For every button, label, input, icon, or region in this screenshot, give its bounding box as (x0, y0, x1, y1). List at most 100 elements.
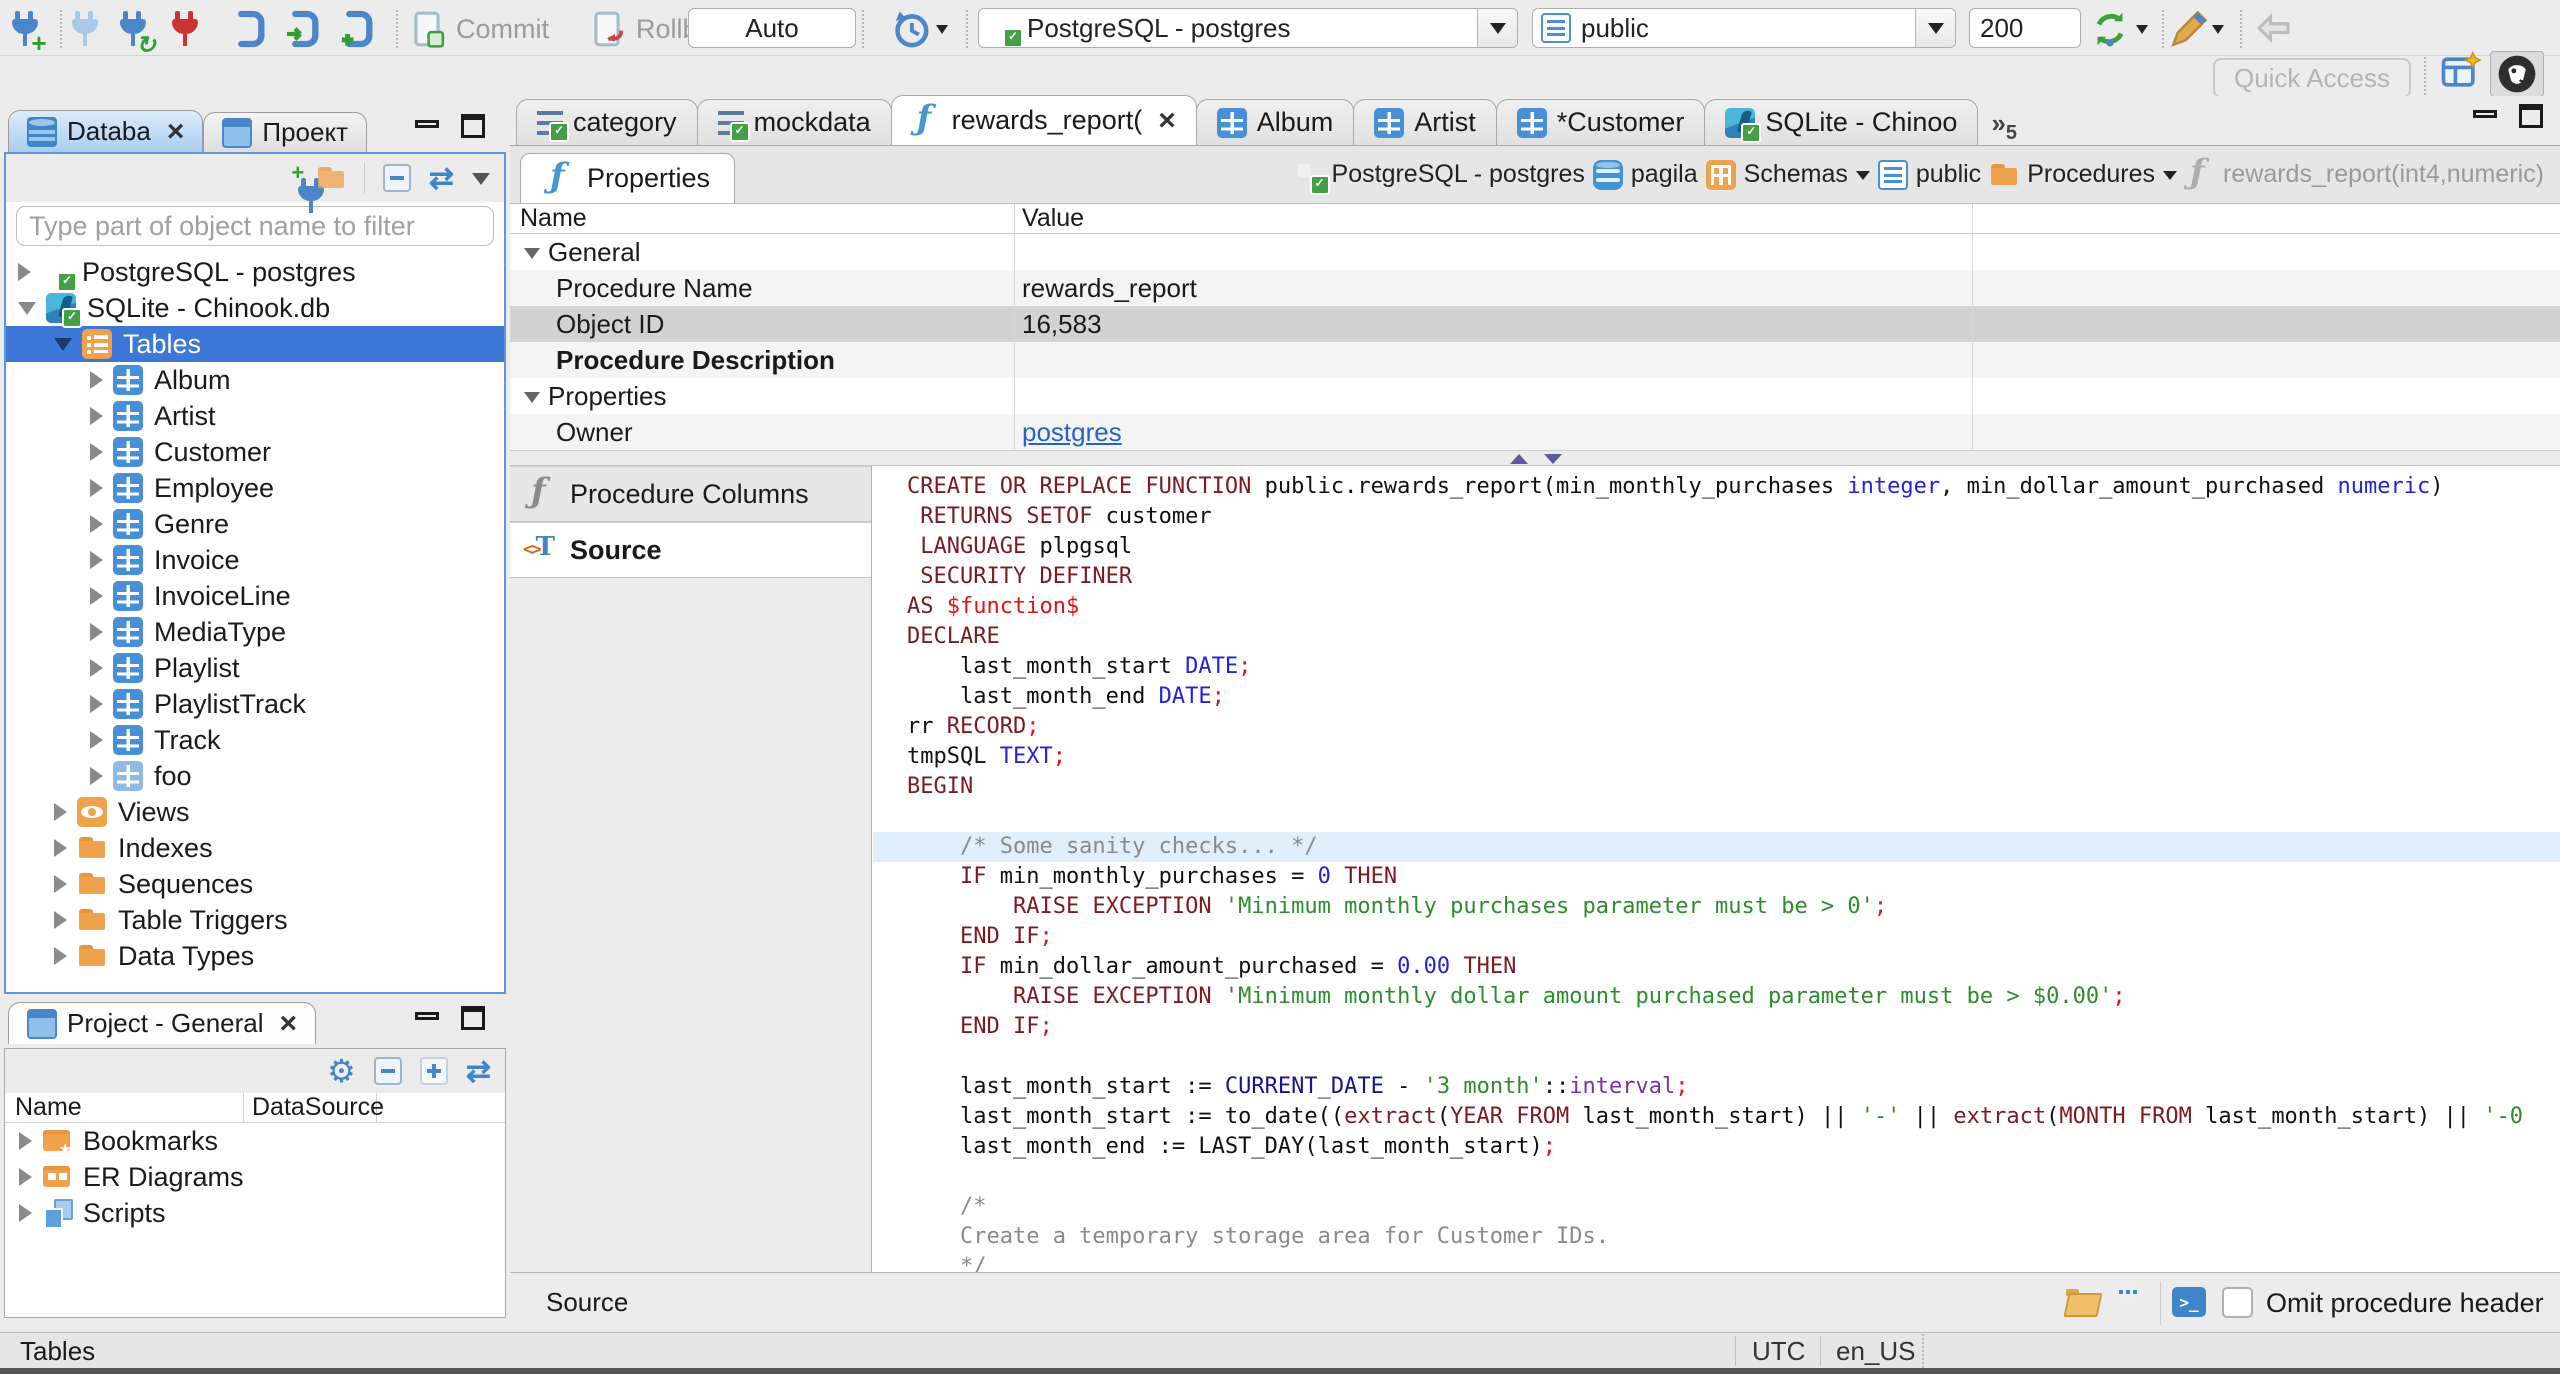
collapse-all-icon[interactable] (373, 1057, 402, 1085)
tab-project-general[interactable]: Project - General × (8, 1002, 317, 1044)
side-tab-procedure-columns[interactable]: Procedure Columns (510, 466, 871, 522)
tab-projects[interactable]: Проект (203, 112, 368, 152)
history-dropdown[interactable] (936, 8, 948, 50)
nav-tree-item-genre[interactable]: Genre (6, 506, 504, 542)
expander-icon[interactable] (90, 551, 103, 569)
property-row-owner[interactable]: Owner postgres (510, 414, 2560, 450)
maximize-view-button[interactable] (458, 1006, 488, 1032)
open-perspective-button[interactable] (2438, 51, 2482, 93)
nav-tree-item-invoiceline[interactable]: InvoiceLine (6, 578, 504, 614)
nav-tree-item-views[interactable]: Views (6, 794, 504, 830)
nav-tree-item-playlisttrack[interactable]: PlaylistTrack (6, 686, 504, 722)
owner-link[interactable]: postgres (1022, 417, 1122, 447)
column-value[interactable]: Value (1014, 204, 1084, 233)
commit-button[interactable] (408, 8, 446, 50)
expander-icon[interactable] (90, 407, 103, 425)
column-divider[interactable] (1972, 204, 1973, 450)
dbeaver-perspective-button[interactable] (2490, 51, 2544, 97)
reconnect-button[interactable]: ↻ (120, 8, 156, 58)
open-sql-editor-button[interactable] (282, 8, 322, 50)
collapse-all-icon[interactable] (382, 164, 411, 192)
expander-icon[interactable] (90, 371, 103, 389)
expander-icon[interactable] (54, 839, 67, 857)
expander-icon[interactable] (54, 947, 67, 965)
chevron-down-icon[interactable] (2163, 170, 2178, 187)
nav-tree-item-postgresql-postgres[interactable]: PostgreSQL - postgres (6, 254, 504, 292)
minimize-view-button[interactable] (412, 1010, 442, 1036)
nav-tree-item-foo[interactable]: foo (6, 758, 504, 794)
editor-tab-mockdata[interactable]: mockdata (696, 99, 892, 145)
nav-tree-item-employee[interactable]: Employee (6, 470, 504, 506)
status-timezone[interactable]: UTC (1752, 1336, 1805, 1367)
expander-icon[interactable] (19, 1204, 32, 1222)
expander-icon[interactable] (54, 875, 67, 893)
expander-icon[interactable] (90, 731, 103, 749)
expander-icon[interactable] (90, 587, 103, 605)
property-row-properties[interactable]: Properties (510, 378, 2560, 414)
maximize-view-button[interactable] (458, 114, 488, 140)
nav-tree-item-indexes[interactable]: Indexes (6, 830, 504, 866)
expander-icon[interactable] (18, 301, 36, 315)
close-icon[interactable]: × (280, 1008, 298, 1038)
gear-icon[interactable]: ⚙ (327, 1052, 356, 1090)
nav-tree-item-album[interactable]: Album (6, 362, 504, 398)
editor-tab-artist[interactable]: Artist (1353, 99, 1497, 145)
refresh-dropdown[interactable] (2136, 8, 2148, 50)
auto-commit-select[interactable]: Auto (688, 8, 856, 48)
schema-select[interactable]: public (1532, 8, 1956, 48)
editor-tab-album[interactable]: Album (1195, 99, 1355, 145)
status-locale[interactable]: en_US (1836, 1336, 1916, 1367)
nav-tree-item-table-triggers[interactable]: Table Triggers (6, 902, 504, 938)
expander-icon[interactable] (90, 695, 103, 713)
pen-dropdown[interactable] (2212, 8, 2224, 50)
nav-tree-item-sequences[interactable]: Sequences (6, 866, 504, 902)
expander-icon[interactable] (524, 247, 540, 267)
new-sql-editor-button[interactable] (336, 8, 376, 50)
nav-tree-item-customer[interactable]: Customer (6, 434, 504, 470)
expander-icon[interactable] (90, 479, 103, 497)
connect-button[interactable] (72, 8, 100, 50)
transaction-log-button[interactable] (890, 8, 932, 50)
column-name[interactable]: Name (510, 204, 1014, 233)
project-tree-item-er-diagrams[interactable]: ER Diagrams (5, 1159, 505, 1195)
magic-pen-button[interactable] (2168, 8, 2210, 50)
side-tab-source[interactable]: Source (510, 522, 871, 578)
maximize-editor-button[interactable] (2516, 104, 2546, 130)
nav-tree-item-sqlite-chinook.db[interactable]: SQLite - Chinook.db (6, 290, 504, 328)
tab-properties[interactable]: Properties (520, 153, 736, 203)
view-menu-icon[interactable] (472, 172, 490, 194)
property-row-general[interactable]: General (510, 234, 2560, 270)
new-folder-icon[interactable] (316, 163, 346, 193)
breadcrumb-item-postgresql-postgres[interactable]: PostgreSQL - postgres (1294, 160, 1585, 195)
breadcrumb-item-schemas[interactable]: Schemas (1705, 159, 1870, 190)
expander-icon[interactable] (54, 803, 67, 821)
refresh-button[interactable] (2088, 8, 2132, 50)
nav-tree-item-tables[interactable]: Tables (6, 326, 504, 362)
expand-all-icon[interactable] (419, 1057, 448, 1085)
expander-icon[interactable] (90, 623, 103, 641)
expander-icon[interactable] (54, 911, 67, 929)
column-divider[interactable] (1014, 204, 1015, 450)
expander-icon[interactable] (54, 337, 72, 351)
property-row-object-id[interactable]: Object ID 16,583 (510, 306, 2560, 342)
new-connection-button[interactable]: + (12, 8, 46, 56)
expander-icon[interactable] (19, 1168, 32, 1186)
column-name[interactable]: Name (5, 1093, 244, 1122)
omit-header-checkbox[interactable] (2222, 1287, 2253, 1318)
breadcrumb-item-procedures[interactable]: Procedures (1989, 160, 2178, 190)
expander-icon[interactable] (90, 659, 103, 677)
schema-dropdown-button[interactable] (1915, 9, 1955, 47)
source-code-viewer[interactable]: CREATE OR REPLACE FUNCTION public.reward… (873, 466, 2560, 1272)
nav-tree-item-mediatype[interactable]: MediaType (6, 614, 504, 650)
tab-database-navigator[interactable]: Databa × (8, 110, 204, 152)
column-datasource[interactable]: DataSource (244, 1093, 384, 1122)
expander-icon[interactable] (90, 515, 103, 533)
expander-icon[interactable] (90, 443, 103, 461)
rollback-button[interactable] (588, 8, 626, 50)
open-console-button[interactable]: >_ (2172, 1287, 2206, 1317)
project-tree-item-bookmarks[interactable]: Bookmarks (5, 1123, 505, 1159)
connection-select[interactable]: PostgreSQL - postgres (978, 8, 1518, 48)
disconnect-button[interactable] (172, 8, 200, 50)
collapse-up-icon[interactable] (1510, 454, 1528, 464)
expander-icon[interactable] (18, 263, 31, 281)
